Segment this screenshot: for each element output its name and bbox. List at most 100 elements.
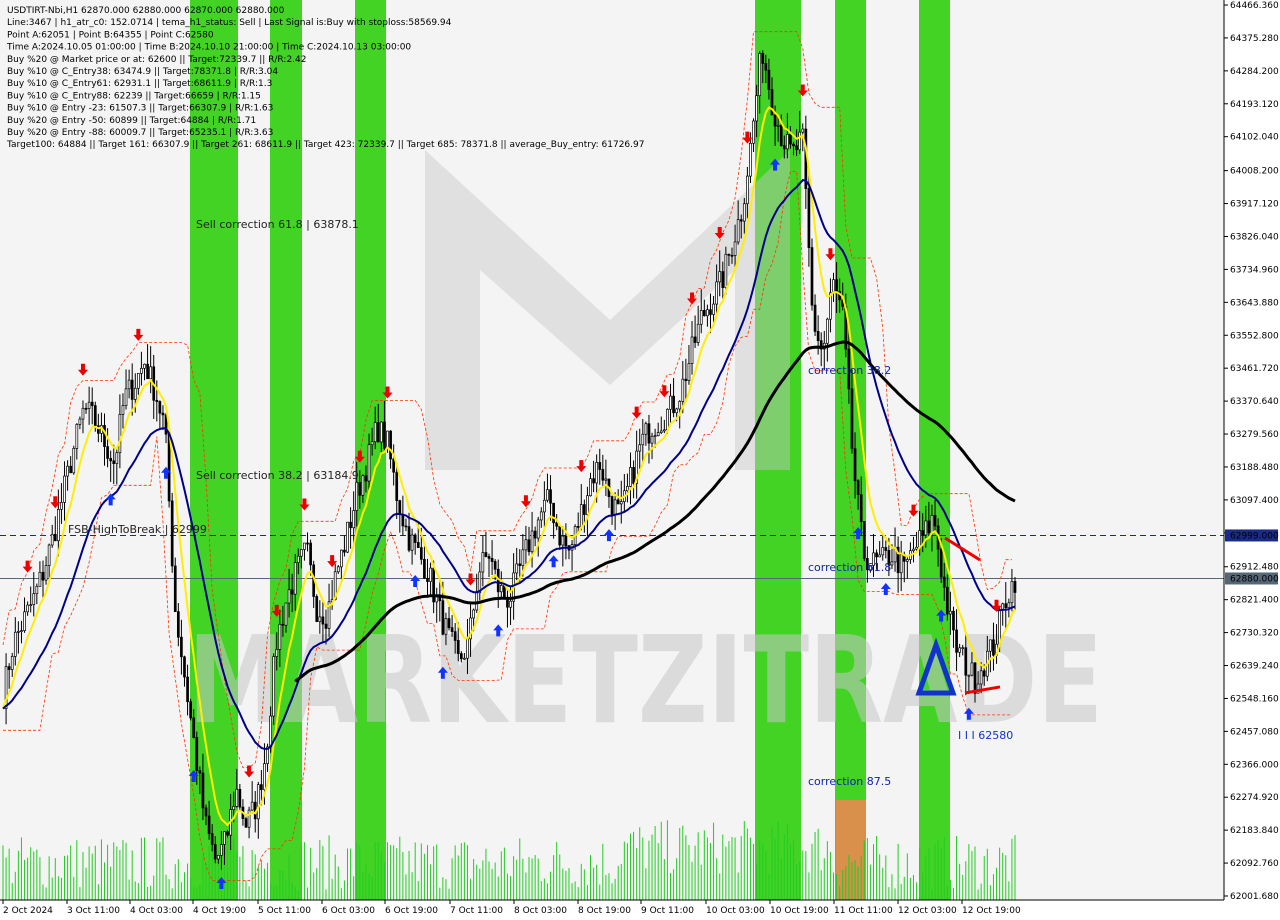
time-tick-label: 10 Oct 03:00 <box>706 906 765 916</box>
candle-body <box>927 520 931 534</box>
candle-body <box>561 535 565 546</box>
candle-body <box>761 53 765 64</box>
candle-body <box>256 784 260 820</box>
candle-body <box>856 480 860 495</box>
info-line: Buy %10 @ C_Entry88: 62239 || Target:666… <box>7 91 261 101</box>
candle-body <box>336 566 340 573</box>
price-tick-label: 63461.720 <box>1230 364 1279 374</box>
correction-382-label: correction 38.2 <box>808 364 891 377</box>
candle-body <box>583 504 586 515</box>
candle-body <box>7 666 11 670</box>
candle-body <box>589 478 592 497</box>
sell-correction-382-label: Sell correction 38.2 | 63184.9 <box>196 469 359 482</box>
candle-body <box>413 534 417 543</box>
candle-body <box>715 281 718 305</box>
info-line: Time A:2024.10.05 01:00:00 | Time B:2024… <box>6 43 411 53</box>
candle-body <box>115 452 119 464</box>
candle-body <box>881 547 885 556</box>
candle-body <box>136 373 140 389</box>
candle-body <box>666 408 669 431</box>
candle-body <box>235 788 239 807</box>
candle-body <box>484 552 488 557</box>
candle-body <box>10 656 14 670</box>
candle-body <box>739 219 743 222</box>
price-chart[interactable]: MARKETZITRADE Sell correction 61.8 | 638… <box>0 0 1280 920</box>
price-tick-label: 62092.760 <box>1230 859 1279 869</box>
info-line: Buy %20 @ Entry -50: 60899 || Target:648… <box>7 116 256 126</box>
candle-body <box>579 504 583 528</box>
candle-body <box>57 508 60 542</box>
price-tick-label: 63279.560 <box>1230 430 1279 440</box>
candle-body <box>223 831 226 845</box>
candle-body <box>149 366 152 380</box>
candle-body <box>392 458 396 473</box>
candle-body <box>260 784 263 790</box>
candle-body <box>610 496 614 515</box>
candle-body <box>773 114 777 127</box>
price-tick-label: 64466.360 <box>1230 1 1279 11</box>
candle-body <box>318 616 322 622</box>
candle-body <box>518 563 522 566</box>
candle-body <box>586 495 589 515</box>
candle-body <box>899 554 903 574</box>
candle-body <box>613 499 617 515</box>
candle-body <box>992 639 995 656</box>
info-line: Buy %10 @ C_Entry38: 63474.9 || Target:7… <box>7 67 278 77</box>
candle-body <box>878 554 882 558</box>
candle-body <box>346 521 349 553</box>
candle-body <box>133 387 137 400</box>
candle-body <box>404 525 408 528</box>
candle-body <box>721 271 725 288</box>
candle-body <box>376 422 380 443</box>
info-line: Buy %10 @ Entry -23: 61507.3 || Target:6… <box>7 104 273 114</box>
candle-body <box>672 395 675 414</box>
candle-body <box>140 367 143 374</box>
price-tick-label: 62457.080 <box>1230 727 1279 737</box>
candle-body <box>176 611 180 638</box>
info-line: Buy %10 @ C_Entry61: 62931.1 || Target:6… <box>7 79 272 89</box>
candle-body <box>601 469 605 481</box>
candle-body <box>924 520 928 536</box>
candle-body <box>552 502 555 524</box>
candle-body <box>220 844 223 856</box>
candle-body <box>619 501 623 505</box>
candle-body <box>306 542 309 545</box>
price-tick-label: 62639.240 <box>1230 662 1279 672</box>
candle-body <box>850 388 854 450</box>
candle-body <box>441 600 445 635</box>
candle-body <box>813 304 817 332</box>
candle-body <box>576 526 580 528</box>
candle-body <box>749 142 752 177</box>
candle-body <box>1004 603 1008 609</box>
candle-body <box>370 441 374 446</box>
candle-body <box>810 247 814 306</box>
chart-window[interactable]: MARKETZITRADE Sell correction 61.8 | 638… <box>0 0 1280 920</box>
candle-body <box>419 547 423 560</box>
candle-body <box>84 407 88 410</box>
candle-body <box>275 649 279 657</box>
candle-body <box>300 549 303 557</box>
price-tick-label: 63097.400 <box>1230 496 1279 506</box>
candle-body <box>401 514 405 527</box>
candle-body <box>66 465 69 477</box>
info-line: Buy %20 @ Market price or at: 62600 || T… <box>7 55 306 65</box>
candle-body <box>755 95 758 122</box>
candle-body <box>961 647 965 650</box>
candle-body <box>795 145 798 151</box>
candle-body <box>226 831 229 836</box>
candle-body <box>982 670 986 677</box>
price-tick-label: 64193.120 <box>1230 100 1279 110</box>
candle-body <box>303 542 306 550</box>
candle-body <box>952 610 955 631</box>
candle-body <box>555 522 559 527</box>
price-tick-label: 64284.200 <box>1230 67 1279 77</box>
candle-body <box>32 593 36 606</box>
info-line: Buy %20 @ Entry -88: 60009.7 || Target:6… <box>7 128 273 138</box>
candle-body <box>967 674 971 677</box>
candle-body <box>389 430 392 460</box>
candle-body <box>859 494 863 522</box>
candle-body <box>644 423 648 435</box>
candle-body <box>598 462 602 470</box>
candle-body <box>832 279 835 294</box>
candle-body <box>315 596 319 622</box>
